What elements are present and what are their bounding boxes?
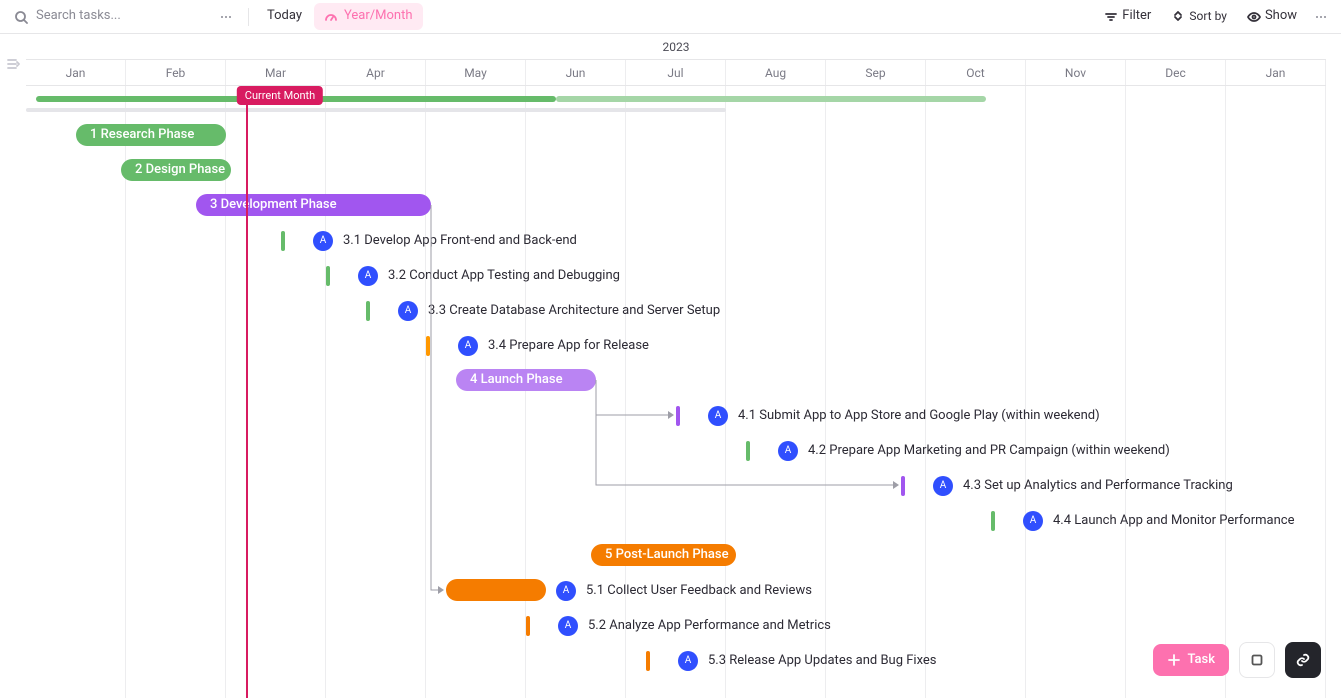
task-row[interactable]: A 4.1 Submit App to App Store and Google … <box>676 404 1100 428</box>
task-label[interactable]: 3.1 Develop App Front-end and Back-end <box>343 232 577 250</box>
task-label[interactable]: 3.4 Prepare App for Release <box>488 337 649 355</box>
task-label[interactable]: 4.1 Submit App to App Store and Google P… <box>738 407 1100 425</box>
assignee-avatar[interactable]: A <box>708 406 728 426</box>
assignee-avatar[interactable]: A <box>556 581 576 601</box>
task-label[interactable]: 3.3 Create Database Architecture and Ser… <box>428 302 720 320</box>
task-tick[interactable] <box>281 231 285 251</box>
phase-bar[interactable]: 5 Post-Launch Phase <box>591 544 736 566</box>
phase-bar[interactable]: 2 Design Phase <box>121 159 231 181</box>
task-row[interactable]: A 3.4 Prepare App for Release <box>426 334 649 358</box>
month-header: Apr <box>326 60 426 85</box>
assignee-avatar[interactable]: A <box>678 651 698 671</box>
granularity-button[interactable]: Year/Month <box>314 3 423 29</box>
search-icon <box>14 10 28 24</box>
task-label[interactable]: 3.2 Conduct App Testing and Debugging <box>388 267 620 285</box>
link-button[interactable] <box>1285 642 1321 678</box>
month-header: Feb <box>126 60 226 85</box>
month-header: Jun <box>526 60 626 85</box>
sort-icon <box>1171 9 1185 23</box>
current-month-line <box>246 86 248 698</box>
assignee-avatar[interactable]: A <box>358 266 378 286</box>
task-tick[interactable] <box>991 511 995 531</box>
task-tick[interactable] <box>676 406 680 426</box>
month-header: Oct <box>926 60 1026 85</box>
phase-bar[interactable]: 4 Launch Phase <box>456 369 596 391</box>
filter-icon <box>1104 10 1118 24</box>
gantt-chart[interactable]: 2023 JanFebMarAprMayJunJulAugSepOctNovDe… <box>26 34 1341 698</box>
task-row[interactable]: A 4.4 Launch App and Monitor Performance <box>991 509 1294 533</box>
add-task-button[interactable]: Task <box>1153 644 1229 676</box>
sort-button[interactable]: Sort by <box>1163 4 1235 29</box>
search-wrap[interactable] <box>8 2 210 30</box>
expand-sidebar[interactable] <box>0 50 26 78</box>
search-input[interactable] <box>34 6 204 26</box>
assignee-avatar[interactable]: A <box>1023 511 1043 531</box>
task-row[interactable]: A 3.2 Conduct App Testing and Debugging <box>326 264 620 288</box>
plus-icon <box>1167 653 1181 667</box>
assignee-avatar[interactable]: A <box>558 616 578 636</box>
link-icon <box>1296 653 1310 667</box>
toolbar: Today Year/Month Filter Sort by Show <box>0 0 1341 34</box>
month-header: Jan <box>26 60 126 85</box>
granularity-label: Year/Month <box>344 7 413 25</box>
month-header: Jan <box>1226 60 1326 85</box>
current-month-flag: Current Month <box>237 86 323 105</box>
more-icon[interactable] <box>214 5 238 29</box>
task-label[interactable]: 4.4 Launch App and Monitor Performance <box>1053 512 1294 530</box>
task-tick[interactable] <box>366 301 370 321</box>
task-label[interactable]: 5.3 Release App Updates and Bug Fixes <box>708 652 937 670</box>
task-tick[interactable] <box>526 616 530 636</box>
summary-bar[interactable] <box>556 96 986 102</box>
month-header: May <box>426 60 526 85</box>
separator <box>248 8 249 26</box>
task-tick[interactable] <box>901 476 905 496</box>
month-header: Dec <box>1126 60 1226 85</box>
task-row[interactable]: A 3.3 Create Database Architecture and Se… <box>366 299 720 323</box>
task-row[interactable]: A 5.3 Release App Updates and Bug Fixes <box>646 649 937 673</box>
note-icon <box>1250 653 1264 667</box>
assignee-avatar[interactable]: A <box>313 231 333 251</box>
assignee-avatar[interactable]: A <box>398 301 418 321</box>
assignee-avatar[interactable]: A <box>458 336 478 356</box>
task-row[interactable]: A 3.1 Develop App Front-end and Back-end <box>281 229 577 253</box>
assignee-avatar[interactable]: A <box>933 476 953 496</box>
month-header: Nov <box>1026 60 1126 85</box>
task-row[interactable]: A 4.2 Prepare App Marketing and PR Campai… <box>746 439 1170 463</box>
task-row[interactable]: A 4.3 Set up Analytics and Performance Tr… <box>901 474 1233 498</box>
month-row: JanFebMarAprMayJunJulAugSepOctNovDecJan <box>26 60 1326 86</box>
month-header: Mar <box>226 60 326 85</box>
task-row[interactable]: A 5.2 Analyze App Performance and Metrics <box>526 614 831 638</box>
month-header: Aug <box>726 60 826 85</box>
task-tick[interactable] <box>646 651 650 671</box>
assignee-avatar[interactable]: A <box>778 441 798 461</box>
phase-bar[interactable] <box>446 579 546 601</box>
phase-bar[interactable]: 3 Development Phase <box>196 194 431 216</box>
filter-button[interactable]: Filter <box>1096 3 1159 29</box>
month-header: Sep <box>826 60 926 85</box>
overflow-icon[interactable] <box>1309 5 1333 29</box>
task-label[interactable]: 4.3 Set up Analytics and Performance Tra… <box>963 477 1233 495</box>
task-tick[interactable] <box>746 441 750 461</box>
task-tick[interactable] <box>426 336 430 356</box>
today-button[interactable]: Today <box>259 3 310 29</box>
phase-bar[interactable]: 1 Research Phase <box>76 124 226 146</box>
task-tick[interactable] <box>326 266 330 286</box>
task-label[interactable]: 4.2 Prepare App Marketing and PR Campaig… <box>808 442 1170 460</box>
eye-icon <box>1247 10 1261 24</box>
task-label[interactable]: 5.1 Collect User Feedback and Reviews <box>586 582 812 600</box>
summary-lane <box>26 86 1326 124</box>
year-row: 2023 <box>26 34 1326 60</box>
speedometer-icon <box>324 10 338 24</box>
note-button[interactable] <box>1239 642 1275 678</box>
task-label[interactable]: 5.2 Analyze App Performance and Metrics <box>588 617 831 635</box>
show-button[interactable]: Show <box>1239 3 1305 29</box>
month-header: Jul <box>626 60 726 85</box>
